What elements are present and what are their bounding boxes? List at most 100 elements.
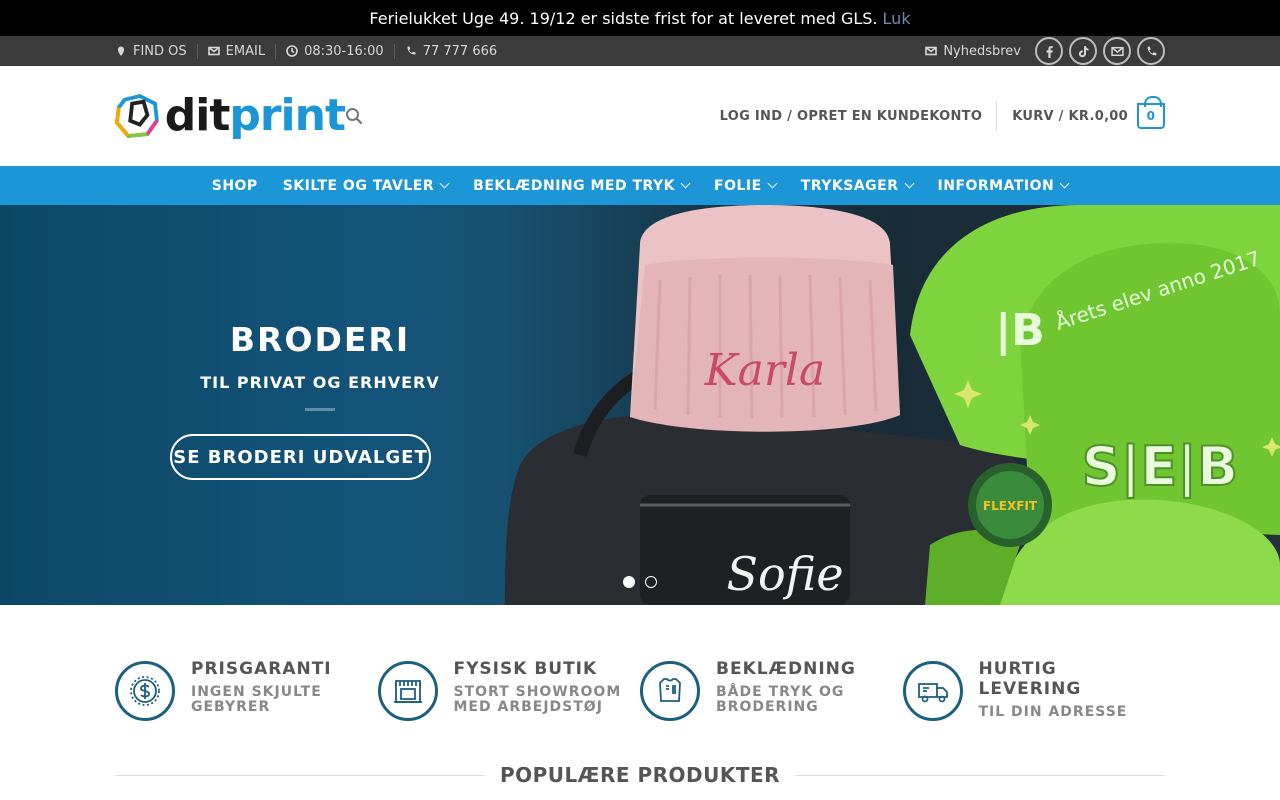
feature-text: HURTIG LEVERING TIL DIN ADRESSE [978,659,1166,721]
cart-count-badge: 0 [1137,96,1165,129]
feature-prisgaranti: PRISGARANTI INGEN SKJULTE GEBYRER [115,659,378,721]
logo-text: ditprint [165,94,346,138]
clock-icon [286,45,298,57]
slider-dot-1[interactable] [623,576,635,588]
chevron-down-icon [767,178,778,189]
feature-subtitle-line: GEBYRER [191,699,271,715]
login-link[interactable]: LOG IND / OPRET EN KUNDEKONTO [720,101,998,131]
chevron-down-icon [680,178,691,189]
phone-link[interactable]: 77 777 666 [393,43,507,59]
tiktok-button[interactable] [1069,37,1097,65]
email-label: EMAIL [225,43,266,59]
nav-item-label: TRYKSAGER [800,177,899,194]
section-title: POPULÆRE PRODUKTER [499,763,781,787]
main-navigation: SHOP SKILTE OG TAVLER BEKLÆDNING MED TRYK F… [0,166,1280,205]
shop-icon [393,680,422,703]
site-logo[interactable]: ditprint [115,93,346,139]
feature-icon-circle [377,661,438,721]
notice-text: Ferielukket Uge 49. 19/12 er sidste fris… [369,8,878,28]
bag-text: Sofie [726,547,843,601]
feature-title: BEKLÆDNING [716,659,856,679]
newsletter-link[interactable]: Nyhedsbrev [925,44,1021,59]
feature-title: FYSISK BUTIK [453,659,598,679]
slider-dots [623,576,657,588]
feature-icon-circle [902,661,963,721]
slider-dot-2[interactable] [645,576,657,588]
phone-icon [1147,46,1156,55]
nav-item-tryksager[interactable]: TRYKSAGER [800,177,914,194]
feature-beklædning: BEKLÆDNING BÅDE TRYK OG BRODERING [640,659,903,721]
feature-text: PRISGARANTI INGEN SKJULTE GEBYRER [191,659,332,721]
chevron-down-icon [904,178,914,189]
email-link[interactable]: EMAIL [196,43,275,59]
section-header: POPULÆRE PRODUKTER [115,763,1166,787]
cart-label: KURV / KR.0,00 [1012,108,1128,124]
chevron-down-icon [1059,178,1070,189]
facebook-button[interactable] [1035,37,1063,65]
hero-cta-button[interactable]: SE BRODERI UDVALGET [170,434,431,480]
feature-hurtig-levering: HURTIG LEVERING TIL DIN ADRESSE [902,659,1166,721]
opening-hours: 08:30-16:00 [275,43,394,59]
nav-item-shop[interactable]: SHOP [212,178,258,194]
nav-item-label: SHOP [211,177,258,194]
tiktok-icon [1078,45,1088,57]
hero-slider: Sofie Karla FLEXFIT |B S|E|B Årets elev … [0,205,1280,605]
feature-subtitle-line: INGEN SKJULTE [191,684,322,700]
search-icon[interactable] [345,107,363,125]
feature-icon-circle [640,661,700,721]
feature-subtitle-line: BÅDE TRYK OG [716,684,845,700]
hero-text-block: BRODERI TIL PRIVAT OG ERHVERV [160,320,480,411]
nav-item-label: SKILTE OG TAVLER [282,177,435,194]
beanie-text: Karla [704,345,825,396]
envelope-icon [207,46,220,56]
feature-title: PRISGARANTI [191,659,332,679]
location-pin-icon [118,46,124,56]
feature-subtitle-line: STORT SHOWROOM [453,684,622,700]
top-bar: FIND OS EMAIL 08:30-16:00 77 777 666 Nyh… [0,36,1280,66]
nav-item-label: INFORMATION [937,177,1055,194]
notice-close-link[interactable]: Luk [883,9,911,28]
phone-social-button[interactable] [1137,37,1165,65]
email-icon [1110,46,1124,56]
site-header: ditprint LOG IND / OPRET EN KUNDEKONTO K… [0,66,1280,166]
dollar-icon [130,676,160,706]
feature-title: HURTIG LEVERING [978,659,1082,699]
newsletter-label: Nyhedsbrev [943,43,1021,59]
feature-icon-circle [115,661,175,721]
find-us-link[interactable]: FIND OS [115,44,197,59]
nav-item-beklædning-med-tryk[interactable]: BEKLÆDNING MED TRYK [473,177,691,194]
divider-line [795,774,1166,776]
nav-item-information[interactable]: INFORMATION [937,177,1070,194]
feature-subtitle-line: MED ARBEJDSTØJ [453,699,603,715]
nav-item-folie[interactable]: FOLIE [714,177,778,194]
shirt-icon [659,678,681,702]
truck-icon [917,683,948,703]
logo-mark-icon [115,93,159,139]
feature-subtitle-line: BRODERING [716,699,819,715]
svg-text:FLEXFIT: FLEXFIT [983,499,1038,513]
logo-text-print: print [229,90,346,141]
hero-title: BRODERI [229,320,411,359]
feature-fysisk-butik: FYSISK BUTIK STORT SHOWROOM MED ARBEJDSTØJ [377,659,641,721]
nav-item-label: BEKLÆDNING MED TRYK [473,177,676,194]
hero-divider [305,408,335,411]
nav-item-label: FOLIE [714,177,762,194]
notice-bar: Ferielukket Uge 49. 19/12 er sidste fris… [0,0,1280,36]
hero-subtitle: TIL PRIVAT OG ERHVERV [200,373,440,392]
find-us-label: FIND OS [133,43,187,59]
feature-text: FYSISK BUTIK STORT SHOWROOM MED ARBEJDSTØJ [453,659,622,721]
feature-subtitle: TIL DIN ADRESSE [979,705,1166,720]
feature-subtitle: BÅDE TRYK OG BRODERING [716,685,856,715]
nav-item-skilte-og-tavler[interactable]: SKILTE OG TAVLER [282,177,450,194]
email-social-button[interactable] [1103,37,1131,65]
feature-subtitle: INGEN SKJULTE GEBYRER [191,685,332,715]
logo-text-dit: dit [164,90,231,141]
divider-line [115,774,485,776]
features-row: PRISGARANTI INGEN SKJULTE GEBYRER FYSISK BU… [115,659,1166,721]
cap-logo-text: S|E|B [1082,435,1238,498]
facebook-icon [1046,45,1053,58]
feature-text: BEKLÆDNING BÅDE TRYK OG BRODERING [716,659,856,721]
phone-icon [407,46,416,55]
cart-link[interactable]: KURV / KR.0,00 0 [997,96,1165,129]
chevron-down-icon [439,178,450,189]
